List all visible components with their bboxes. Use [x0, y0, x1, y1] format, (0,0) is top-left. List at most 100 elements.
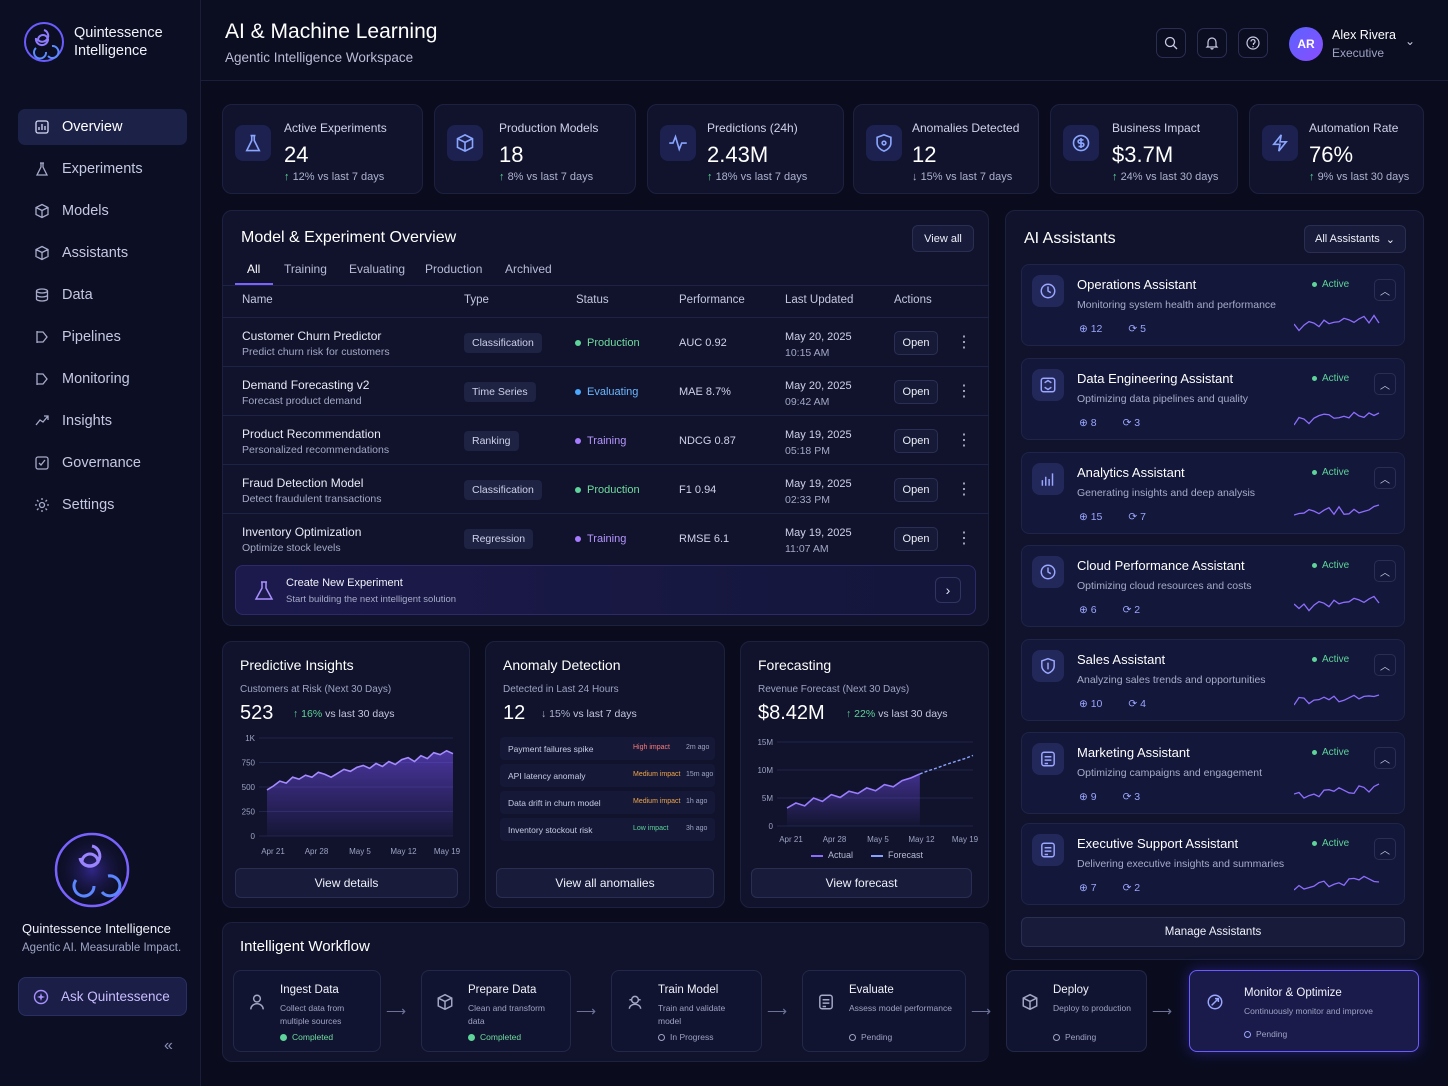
user-menu-chevron-icon[interactable]: ⌄ [1405, 34, 1415, 48]
chevron-up-icon[interactable]: ︿ [1374, 560, 1396, 582]
more-options-icon[interactable]: ⋮ [956, 332, 972, 352]
view-all-button[interactable]: View all [912, 225, 974, 252]
workflow-step-deploy[interactable]: Deploy Deploy to production Pending [1006, 970, 1147, 1052]
ask-quintessence-button[interactable]: Ask Quintessence [18, 977, 187, 1016]
open-button[interactable]: Open [894, 380, 938, 404]
x-tick-label: May 5 [867, 835, 889, 844]
sidebar-item-data[interactable]: Data [18, 277, 187, 313]
manage-assistants-button[interactable]: Manage Assistants [1021, 917, 1405, 947]
anomaly-item[interactable]: Data drift in churn model Medium impact 1h… [500, 791, 715, 814]
predictive-title: Predictive Insights [240, 657, 354, 673]
kpi-card-predictions-24h[interactable]: Predictions (24h) 2.43M ↑ 18% vs last 7 da… [647, 104, 844, 194]
sidebar-item-settings[interactable]: Settings [18, 487, 187, 523]
model-type-badge: Time Series [464, 382, 536, 402]
sidebar-item-experiments[interactable]: Experiments [18, 151, 187, 187]
assistant-icon-badge [1032, 650, 1064, 682]
sidebar-item-monitoring[interactable]: Monitoring [18, 361, 187, 397]
more-options-icon[interactable]: ⋮ [956, 381, 972, 401]
help-button[interactable] [1238, 28, 1268, 58]
assistants-filter-dropdown[interactable]: All Assistants ⌄ [1304, 225, 1406, 253]
sidebar: Quintessence Intelligence Overview Experi… [0, 0, 201, 1086]
status-badge: Evaluating [575, 386, 638, 398]
sidebar-item-assistants[interactable]: Assistants [18, 235, 187, 271]
view-forecast-button[interactable]: View forecast [751, 868, 972, 898]
workflow-step-desc: Train and validate model [658, 1003, 726, 1026]
chevron-up-icon[interactable]: ︿ [1374, 654, 1396, 676]
workflow-step-name: Evaluate [849, 984, 894, 996]
anomaly-item[interactable]: Payment failures spike High impact 2m ago [500, 737, 715, 760]
tab-all[interactable]: All [247, 262, 260, 276]
kpi-card-business-impact[interactable]: Business Impact $3.7M ↑ 24% vs last 30 day… [1050, 104, 1238, 194]
open-button[interactable]: Open [894, 527, 938, 551]
sidebar-item-governance[interactable]: Governance [18, 445, 187, 481]
anomaly-item[interactable]: Inventory stockout risk Low impact 3h ago [500, 818, 715, 841]
kpi-card-automation-rate[interactable]: Automation Rate 76% ↑ 9% vs last 30 days [1249, 104, 1424, 194]
chevron-up-icon[interactable]: ︿ [1374, 467, 1396, 489]
search-button[interactable] [1156, 28, 1186, 58]
chevron-up-icon[interactable]: ︿ [1374, 373, 1396, 395]
sidebar-item-overview[interactable]: Overview [18, 109, 187, 145]
more-options-icon[interactable]: ⋮ [956, 430, 972, 450]
sidebar-item-pipelines[interactable]: Pipelines [18, 319, 187, 355]
tab-evaluating[interactable]: Evaluating [349, 262, 405, 276]
executive-icon [1041, 842, 1055, 858]
table-row[interactable]: Demand Forecasting v2 Forecast product de… [223, 366, 989, 415]
create-experiment-chevron-icon[interactable]: › [935, 577, 961, 603]
forecast-series-line [919, 754, 974, 775]
assistant-card-analytics-assistant[interactable]: Analytics Assistant Generating insights a… [1021, 452, 1405, 534]
notifications-button[interactable] [1197, 28, 1227, 58]
assistant-sparkline [1294, 875, 1380, 891]
open-button[interactable]: Open [894, 331, 938, 355]
chevron-up-icon[interactable]: ︿ [1374, 838, 1396, 860]
open-button[interactable]: Open [894, 478, 938, 502]
arrow-right-icon: ⟶ [767, 1003, 788, 1019]
more-options-icon[interactable]: ⋮ [956, 479, 972, 499]
brand[interactable]: Quintessence Intelligence [22, 20, 174, 64]
legend-actual: Actual [811, 850, 853, 860]
assistant-name: Analytics Assistant [1077, 465, 1185, 480]
assistant-card-operations-assistant[interactable]: Operations Assistant Monitoring system he… [1021, 264, 1405, 346]
view-all-anomalies-button[interactable]: View all anomalies [496, 868, 714, 898]
assistant-stats: ⊕ 8 ⟳ 3 [1079, 417, 1140, 429]
assistant-card-marketing-assistant[interactable]: Marketing Assistant Optimizing campaigns … [1021, 732, 1405, 814]
assistant-description: Generating insights and deep analysis [1077, 487, 1256, 499]
tab-training[interactable]: Training [284, 262, 327, 276]
workflow-step-prepare-data[interactable]: Prepare Data Clean and transform data Comp… [421, 970, 571, 1052]
kpi-card-production-models[interactable]: Production Models 18 ↑ 8% vs last 7 days [434, 104, 636, 194]
workflow-step-monitor-optimize[interactable]: Monitor & Optimize Continuously monitor a… [1189, 970, 1419, 1052]
user-role: Executive [1332, 46, 1385, 60]
assistant-card-data-engineering-assistant[interactable]: Data Engineering Assistant Optimizing dat… [1021, 358, 1405, 440]
more-options-icon[interactable]: ⋮ [956, 528, 972, 548]
assistant-card-executive-support-assistant[interactable]: Executive Support Assistant Delivering ex… [1021, 823, 1405, 905]
create-experiment-banner[interactable]: Create New Experiment Start building the… [235, 565, 976, 615]
open-button[interactable]: Open [894, 429, 938, 453]
model-experiment-overview-card: Model & Experiment Overview View all Cre… [222, 210, 989, 626]
anomaly-item[interactable]: API latency anomaly Medium impact 15m ago [500, 764, 715, 787]
chevron-up-icon[interactable]: ︿ [1374, 747, 1396, 769]
sidebar-item-models[interactable]: Models [18, 193, 187, 229]
view-details-button[interactable]: View details [235, 868, 458, 898]
chevron-up-icon[interactable]: ︿ [1374, 279, 1396, 301]
table-row[interactable]: Fraud Detection Model Detect fraudulent t… [223, 464, 989, 513]
assistant-card-cloud-performance-assistant[interactable]: Cloud Performance Assistant Optimizing cl… [1021, 545, 1405, 627]
workflow-step-evaluate[interactable]: Evaluate Assess model performance Pending [802, 970, 966, 1052]
table-row[interactable]: Customer Churn Predictor Predict churn ri… [223, 317, 989, 366]
table-row[interactable]: Inventory Optimization Optimize stock lev… [223, 513, 989, 562]
table-row[interactable]: Product Recommendation Personalized recom… [223, 415, 989, 464]
workflow-step-status: Pending [1053, 1032, 1096, 1042]
kpi-value: 24 [284, 142, 309, 167]
avatar[interactable]: AR [1289, 27, 1323, 61]
tab-archived[interactable]: Archived [505, 262, 552, 276]
workflow-step-train-model[interactable]: Train Model Train and validate model In Pr… [611, 970, 762, 1052]
status-badge: Active [1312, 838, 1349, 849]
tab-production[interactable]: Production [425, 262, 482, 276]
kpi-card-anomalies-detected[interactable]: Anomalies Detected 12 ↓ 15% vs last 7 days [853, 104, 1039, 194]
kpi-card-active-experiments[interactable]: Active Experiments 24 ↑ 12% vs last 7 days [222, 104, 423, 194]
sidebar-item-insights[interactable]: Insights [18, 403, 187, 439]
workflow-step-ingest-data[interactable]: Ingest Data Collect data from multiple so… [233, 970, 381, 1052]
flask-icon [245, 134, 261, 152]
collapse-sidebar-icon[interactable]: « [164, 1037, 173, 1055]
assistant-description: Delivering executive insights and summar… [1077, 858, 1285, 870]
assistant-card-sales-assistant[interactable]: Sales Assistant Analyzing sales trends an… [1021, 639, 1405, 721]
model-type-badge: Classification [464, 333, 542, 353]
